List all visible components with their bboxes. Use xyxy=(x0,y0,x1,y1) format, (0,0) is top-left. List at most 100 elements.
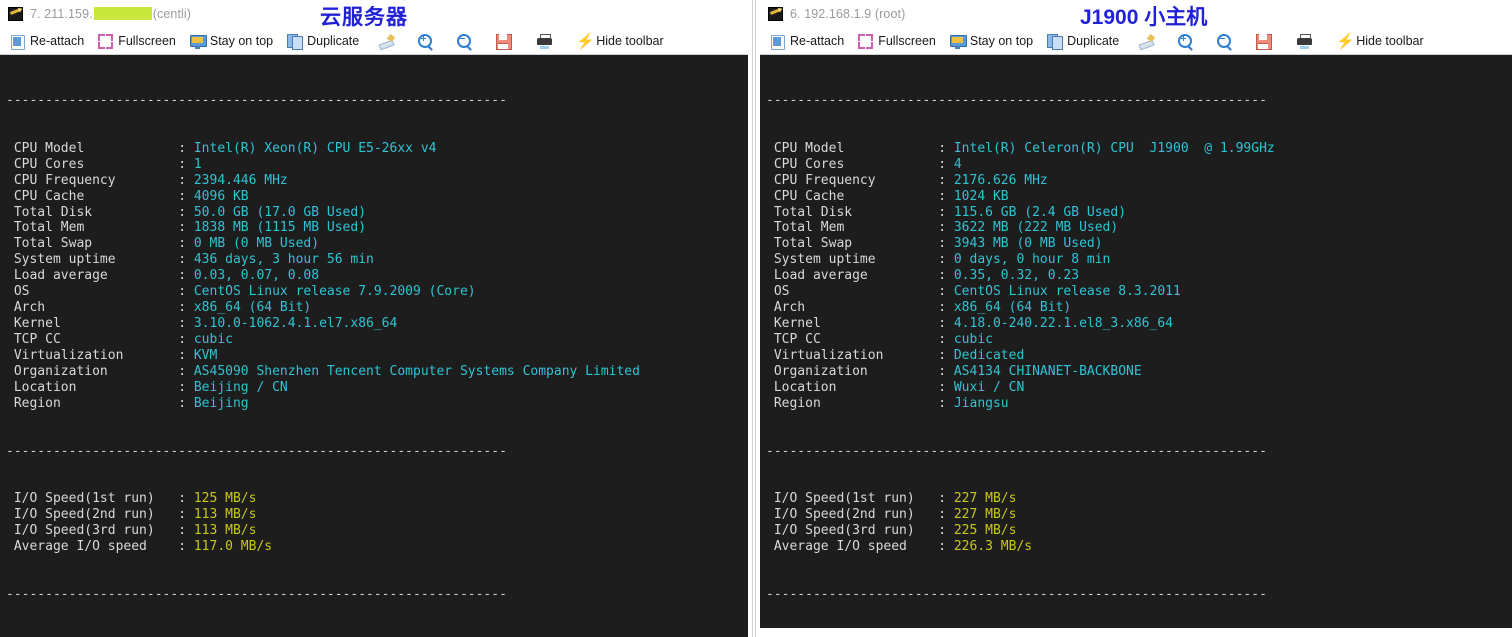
sysinfo-key: Total Mem xyxy=(6,220,179,236)
sysinfo-value: 0 days, 0 hour 8 min xyxy=(953,252,1111,268)
divider-line: ----------------------------------------… xyxy=(6,443,507,459)
window-bottom-filler-right xyxy=(760,628,1512,637)
print-button-right[interactable] xyxy=(1295,30,1318,52)
monitor-icon xyxy=(949,34,967,49)
sysinfo-key: TCP CC xyxy=(6,332,179,347)
hide-toolbar-button-right[interactable]: ⚡ Hide toolbar xyxy=(1334,30,1429,52)
duplicate-button-left[interactable]: Duplicate xyxy=(285,30,365,52)
sysinfo-key: Load average xyxy=(766,268,939,284)
io-row: I/O Speed(1st run) : 227 MB/s xyxy=(766,491,1017,507)
sysinfo-row: CPU Frequency : 2176.626 MHz xyxy=(766,172,1048,188)
monitor-icon xyxy=(189,34,207,49)
save-button-left[interactable] xyxy=(494,30,517,52)
sysinfo-key: Arch xyxy=(766,300,939,316)
pen-tool-button-right[interactable] xyxy=(1137,30,1160,52)
sysinfo-row: System uptime : 0 days, 0 hour 8 min xyxy=(766,252,1111,268)
window-divider[interactable] xyxy=(748,0,760,637)
window-title-left: 7. 211.159. (centli) xyxy=(30,7,191,21)
duplicate-icon xyxy=(287,33,304,50)
divider-line: ----------------------------------------… xyxy=(766,92,1267,108)
zoom-in-button-right[interactable] xyxy=(1176,30,1199,52)
stay-on-top-button-left[interactable]: Stay on top xyxy=(188,30,279,52)
sysinfo-key: CPU Cache xyxy=(766,188,939,204)
io-row: I/O Speed(1st run) : 125 MB/s xyxy=(6,491,257,507)
sysinfo-key: OS xyxy=(766,284,939,300)
print-button-left[interactable] xyxy=(535,30,558,52)
zoom-out-button-right[interactable] xyxy=(1215,30,1238,52)
sysinfo-key: System uptime xyxy=(6,252,179,268)
sysinfo-row: Load average : 0.03, 0.07, 0.08 xyxy=(6,268,320,284)
sysinfo-value: CentOS Linux release 8.3.2011 xyxy=(953,284,1181,300)
duplicate-button-right[interactable]: Duplicate xyxy=(1045,30,1125,52)
duplicate-label: Duplicate xyxy=(307,34,360,48)
redaction-block xyxy=(93,7,152,20)
sysinfo-value: 1 xyxy=(193,156,202,172)
sysinfo-row: Total Mem : 1838 MB (1115 MB Used) xyxy=(6,220,367,236)
save-icon xyxy=(1256,33,1273,50)
dual-terminal-screenshot: 7. 211.159. (centli) 云服务器 Re-attach Fulls… xyxy=(0,0,1512,637)
sysinfo-value: AS45090 Shenzhen Tencent Computer System… xyxy=(193,363,640,379)
app-icon xyxy=(768,7,783,21)
reattach-button-right[interactable]: Re-attach xyxy=(768,30,850,52)
sysinfo-key: CPU Cores xyxy=(6,156,179,172)
sysinfo-row: System uptime : 436 days, 3 hour 56 min xyxy=(6,252,374,268)
pen-tool-button-left[interactable] xyxy=(377,30,400,52)
fullscreen-button-left[interactable]: Fullscreen xyxy=(96,30,182,52)
reattach-button-left[interactable]: Re-attach xyxy=(8,30,90,52)
sysinfo-value: 4096 KB xyxy=(193,188,249,204)
sysinfo-key: Total Mem xyxy=(766,220,939,236)
sysinfo-key: Total Swap xyxy=(6,236,179,252)
sysinfo-row: CPU Model : Intel(R) Celeron(R) CPU J190… xyxy=(766,140,1275,156)
sysinfo-value: 436 days, 3 hour 56 min xyxy=(193,252,374,268)
zoom-in-button-left[interactable] xyxy=(416,30,439,52)
window-bottom-filler-left xyxy=(0,615,748,637)
hide-toolbar-label: Hide toolbar xyxy=(1356,34,1424,48)
sysinfo-key: CPU Model xyxy=(766,140,939,156)
io-block-right: I/O Speed(1st run) : 227 MB/s I/O Speed(… xyxy=(766,491,1512,555)
sysinfo-value: Dedicated xyxy=(953,347,1025,363)
sysinfo-value: 2394.446 MHz xyxy=(193,172,288,188)
io-value: 125 MB/s xyxy=(193,491,257,507)
divider-line: ----------------------------------------… xyxy=(6,92,507,108)
pen-icon xyxy=(1138,33,1156,50)
zoom-in-icon xyxy=(1178,33,1194,51)
sysinfo-value: AS4134 CHINANET-BACKBONE xyxy=(953,363,1142,379)
sysinfo-value: 0 MB (0 MB Used) xyxy=(193,236,320,252)
sysinfo-value: 4 xyxy=(953,156,962,172)
sysinfo-row: Total Disk : 115.6 GB (2.4 GB Used) xyxy=(766,204,1127,220)
fullscreen-icon xyxy=(858,33,874,49)
sysinfo-row: Kernel : 3.10.0-1062.4.1.el7.x86_64 xyxy=(6,316,398,332)
io-row: Average I/O speed : 117.0 MB/s xyxy=(6,539,273,555)
sysinfo-key: Virtualization xyxy=(766,347,939,363)
io-value: 226.3 MB/s xyxy=(953,539,1033,555)
divider-line: ----------------------------------------… xyxy=(766,587,1267,603)
sysinfo-row: Arch : x86_64 (64 Bit) xyxy=(766,300,1072,316)
stay-on-top-button-right[interactable]: Stay on top xyxy=(948,30,1039,52)
sysinfo-row: CPU Frequency : 2394.446 MHz xyxy=(6,172,288,188)
hide-toolbar-label: Hide toolbar xyxy=(596,34,664,48)
sysinfo-key: CPU Frequency xyxy=(6,172,179,188)
sysinfo-row: CPU Cache : 4096 KB xyxy=(6,188,249,204)
io-value: 113 MB/s xyxy=(193,507,257,523)
io-key: I/O Speed(2nd run) xyxy=(766,507,939,523)
save-button-right[interactable] xyxy=(1254,30,1277,52)
io-row: I/O Speed(3rd run) : 225 MB/s xyxy=(766,523,1017,539)
zoom-out-button-left[interactable] xyxy=(455,30,478,52)
lightning-bolt-icon: ⚡ xyxy=(1336,32,1355,50)
sysinfo-row: Arch : x86_64 (64 Bit) xyxy=(6,300,312,316)
sysinfo-row: Kernel : 4.18.0-240.22.1.el8_3.x86_64 xyxy=(766,316,1173,332)
sysinfo-row: Total Swap : 3943 MB (0 MB Used) xyxy=(766,236,1103,252)
sysinfo-row: Region : Jiangsu xyxy=(766,395,1009,411)
app-icon xyxy=(8,7,23,21)
reattach-icon xyxy=(770,34,785,50)
sysinfo-row: Organization : AS4134 CHINANET-BACKBONE xyxy=(766,363,1142,379)
fullscreen-button-right[interactable]: Fullscreen xyxy=(856,30,942,52)
hide-toolbar-button-left[interactable]: ⚡ Hide toolbar xyxy=(574,30,669,52)
sysinfo-row: CPU Cores : 1 xyxy=(6,156,202,172)
sysinfo-key: Virtualization xyxy=(6,347,179,363)
sysinfo-value: x86_64 (64 Bit) xyxy=(953,300,1072,316)
io-row: I/O Speed(2nd run) : 113 MB/s xyxy=(6,507,257,523)
toolbar-left: Re-attach Fullscreen Stay on top Duplica… xyxy=(0,28,748,55)
terminal-output-left[interactable]: ----------------------------------------… xyxy=(0,55,748,637)
terminal-output-right[interactable]: ----------------------------------------… xyxy=(760,55,1512,637)
